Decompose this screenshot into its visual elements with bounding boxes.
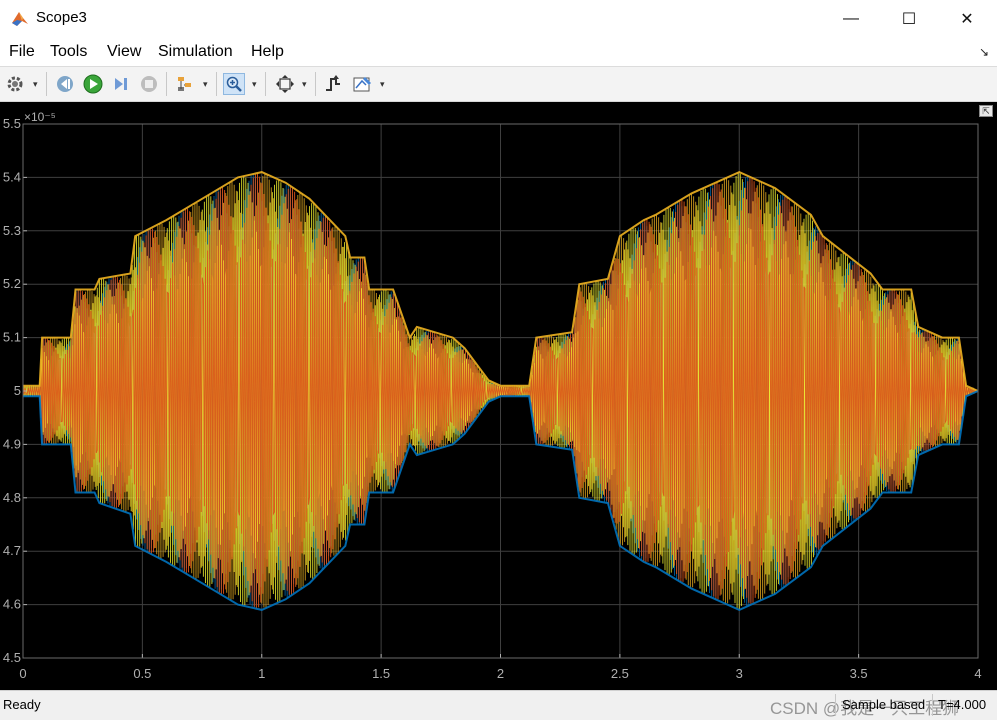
menu-tools[interactable]: Tools: [50, 43, 87, 61]
y-tick-label: 5.4: [3, 169, 21, 184]
toolbar: ▾ ▾ ▾ ▾ ▾: [0, 67, 997, 102]
undock-icon: ⇱: [982, 106, 990, 116]
menu-bar: File Tools View Simulation Help ↘: [0, 38, 997, 67]
window-title: Scope3: [36, 9, 87, 26]
highlight-button[interactable]: [174, 73, 196, 95]
status-sample-mode: Sample based: [842, 697, 926, 712]
title-bar: Scope3 — ☐ ✕: [0, 0, 997, 39]
cursor-measure-button[interactable]: [352, 73, 374, 95]
step-back-button[interactable]: [54, 73, 76, 95]
y-tick-label: 4.8: [3, 490, 21, 505]
fit-dropdown-icon[interactable]: ▾: [302, 73, 310, 95]
y-tick-label: 4.5: [3, 650, 21, 665]
toolbar-divider: [315, 72, 316, 96]
stop-icon: [141, 76, 157, 92]
fit-axes-button[interactable]: [274, 73, 296, 95]
close-icon: ✕: [960, 11, 974, 28]
menu-simulation[interactable]: Simulation: [158, 43, 233, 61]
y-tick-label: 4.6: [3, 597, 21, 612]
minimize-button[interactable]: —: [822, 0, 880, 38]
x-tick-label: 0.5: [133, 666, 151, 681]
settings-button[interactable]: [4, 73, 26, 95]
y-exponent-label: ×10⁻⁵: [24, 110, 56, 124]
y-tick-label: 5.2: [3, 276, 21, 291]
triggers-icon: [326, 75, 340, 91]
maximize-icon: ☐: [901, 11, 917, 28]
x-tick-label: 4: [974, 666, 981, 681]
scope-chart: 0 0.5 1 1.5 2 2.5 3 3.5 4 4.5 4.6 4.7 4.8 4.9 5 5.1 5.2 5…: [3, 110, 982, 681]
menu-view[interactable]: View: [107, 43, 141, 61]
step-forward-icon: [115, 78, 127, 90]
scope-display[interactable]: 0 0.5 1 1.5 2 2.5 3 3.5 4 4.5 4.6 4.7 4.8 4.9 5 5.1 5.2 5…: [0, 102, 997, 690]
x-tick-label: 1: [258, 666, 265, 681]
toolbar-divider: [166, 72, 167, 96]
toolbar-divider: [216, 72, 217, 96]
menu-file[interactable]: File: [9, 43, 35, 61]
fit-axes-icon: [276, 75, 294, 93]
x-tick-label: 2.5: [611, 666, 629, 681]
x-tick-label: 0: [19, 666, 26, 681]
menu-help[interactable]: Help: [251, 43, 284, 61]
y-tick-label: 5.1: [3, 330, 21, 345]
y-tick-label: 5: [14, 383, 21, 398]
x-tick-label: 2: [497, 666, 504, 681]
zoom-in-icon: [226, 76, 242, 92]
step-forward-button[interactable]: [110, 73, 132, 95]
status-sim-time: T=4.000: [938, 697, 987, 712]
settings-dropdown-icon[interactable]: ▾: [33, 73, 41, 95]
zoom-dropdown-icon[interactable]: ▾: [252, 73, 260, 95]
x-tick-label: 3: [736, 666, 743, 681]
close-button[interactable]: ✕: [938, 0, 996, 38]
measure-dropdown-icon[interactable]: ▾: [380, 73, 388, 95]
matlab-logo-icon: [12, 12, 28, 26]
run-icon: [83, 74, 103, 94]
status-ready: Ready: [3, 697, 41, 712]
x-tick-label: 3.5: [850, 666, 868, 681]
gear-icon: [7, 76, 23, 92]
highlight-dropdown-icon[interactable]: ▾: [203, 73, 211, 95]
minimize-icon: —: [843, 10, 859, 27]
cursor-measure-icon: [353, 77, 371, 92]
x-tick-label: 1.5: [372, 666, 390, 681]
toolbar-divider: [46, 72, 47, 96]
status-divider: [932, 694, 933, 716]
y-tick-label: 5.5: [3, 116, 21, 131]
undock-button[interactable]: ⇱: [979, 105, 993, 117]
dock-icon[interactable]: ↘: [979, 45, 989, 59]
status-bar: Ready CSDN @我是一只工程狮 Sample based T=4.000: [0, 690, 997, 720]
highlight-icon: [178, 77, 191, 91]
run-button[interactable]: [82, 73, 104, 95]
y-tick-label: 5.3: [3, 223, 21, 238]
step-back-icon: [57, 76, 73, 92]
stop-button[interactable]: [138, 73, 160, 95]
status-divider: [835, 694, 836, 716]
y-tick-label: 4.7: [3, 543, 21, 558]
y-tick-label: 4.9: [3, 436, 21, 451]
toolbar-divider: [265, 72, 266, 96]
maximize-button[interactable]: ☐: [880, 0, 938, 38]
zoom-button[interactable]: [223, 73, 245, 95]
triggers-button[interactable]: [322, 73, 344, 95]
